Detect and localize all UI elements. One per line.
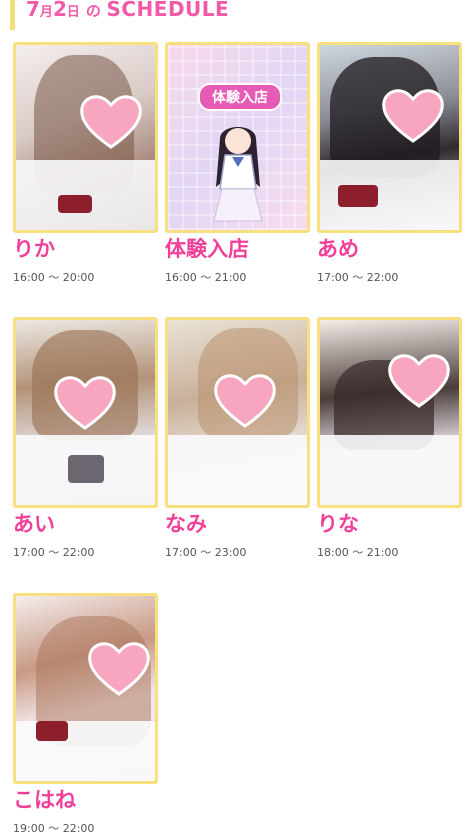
cast-name[interactable]: あめ [317, 238, 462, 262]
cast-shift-time: 17:00 〜 22:00 [13, 546, 95, 559]
cast-name[interactable]: あい [13, 513, 158, 537]
cast-photo[interactable] [317, 42, 462, 233]
cast-photo[interactable] [13, 593, 158, 784]
cast-photo[interactable] [165, 317, 310, 508]
cast-name[interactable]: こはね [13, 789, 158, 813]
day-unit: 日 [66, 5, 80, 20]
heart-face-cover-icon [52, 372, 118, 432]
cast-card-rika[interactable]: りか 16:00 〜 20:00 [13, 42, 158, 285]
cast-name[interactable]: なみ [165, 513, 310, 537]
cast-photo[interactable]: 体験入店 [165, 42, 310, 233]
cast-photo[interactable] [13, 317, 158, 508]
cast-card-taiken[interactable]: 体験入店 体験入店 16:00 〜 21:00 [165, 42, 310, 285]
cast-name[interactable]: 体験入店 [165, 238, 310, 262]
month-number: 7 [26, 0, 40, 21]
cast-photo[interactable] [13, 42, 158, 233]
month-unit: 月 [39, 5, 53, 20]
cast-photo[interactable] [317, 317, 462, 508]
cast-name[interactable]: りな [317, 513, 462, 537]
schedule-label: SCHEDULE [106, 0, 230, 21]
cast-shift-time: 19:00 〜 22:00 [13, 822, 95, 835]
cast-shift-time: 16:00 〜 20:00 [13, 271, 95, 284]
trial-badge: 体験入店 [198, 83, 282, 111]
cast-shift-time: 18:00 〜 21:00 [317, 546, 399, 559]
cast-card-kohane[interactable]: こはね 19:00 〜 22:00 [13, 593, 158, 836]
heart-face-cover-icon [78, 91, 144, 151]
heart-face-cover-icon [86, 638, 152, 698]
schedule-title: 7月2日の SCHEDULE [26, 0, 229, 21]
no-particle: の [85, 2, 101, 20]
cast-shift-time: 17:00 〜 22:00 [317, 271, 399, 284]
cast-shift-time: 16:00 〜 21:00 [165, 271, 247, 284]
day-number: 2 [52, 0, 67, 21]
anime-girl-illustration [213, 127, 263, 222]
cast-card-ai[interactable]: あい 17:00 〜 22:00 [13, 317, 158, 560]
header-accent-bar [10, 0, 15, 30]
heart-face-cover-icon [386, 350, 452, 410]
cast-shift-time: 17:00 〜 23:00 [165, 546, 247, 559]
heart-face-cover-icon [212, 370, 278, 430]
cast-card-ame[interactable]: あめ 17:00 〜 22:00 [317, 42, 462, 285]
cast-card-nami[interactable]: なみ 17:00 〜 23:00 [165, 317, 310, 560]
heart-face-cover-icon [380, 85, 446, 145]
cast-name[interactable]: りか [13, 238, 158, 262]
schedule-header: 7月2日の SCHEDULE [0, 0, 462, 30]
cast-card-rina[interactable]: りな 18:00 〜 21:00 [317, 317, 462, 560]
